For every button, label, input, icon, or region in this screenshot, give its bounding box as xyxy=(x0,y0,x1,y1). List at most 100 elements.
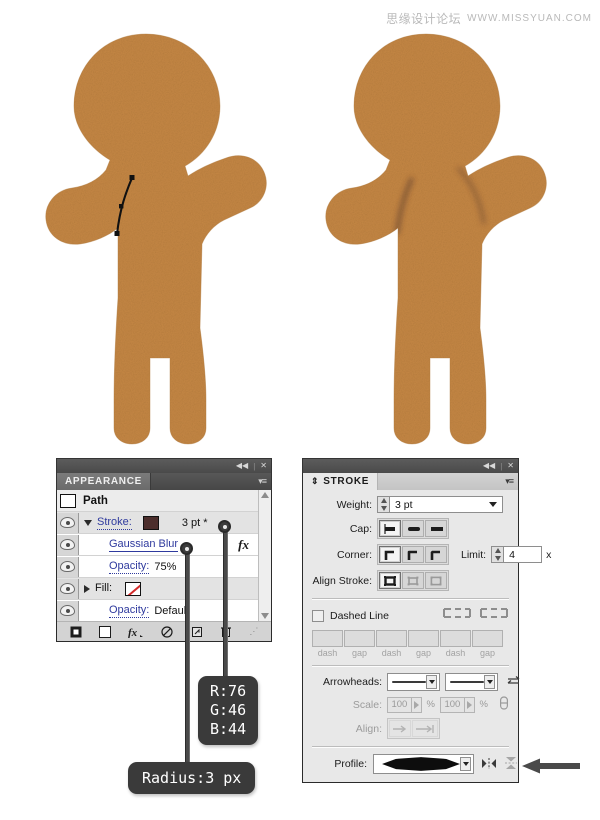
arrowhead-end-select[interactable] xyxy=(445,673,498,691)
flip-along-icon[interactable] xyxy=(504,756,518,772)
stepper-down-icon[interactable] xyxy=(380,505,387,511)
appearance-row-object-opacity[interactable]: Opacity: Default xyxy=(57,600,271,621)
align-center-button[interactable] xyxy=(379,572,401,589)
duplicate-item-icon[interactable] xyxy=(191,626,203,638)
stepper-down-icon[interactable] xyxy=(494,555,501,561)
panel-grip-icon: ⇕ xyxy=(311,476,320,486)
stroke-label[interactable]: Stroke: xyxy=(97,516,132,530)
tab-stroke[interactable]: ⇕ STROKE xyxy=(303,473,379,490)
panel-menu-icon[interactable]: ▾≡ xyxy=(258,476,267,487)
dash-input-2[interactable] xyxy=(344,630,375,647)
dash-field-6[interactable]: gap xyxy=(472,630,503,658)
scale-start-stepper[interactable] xyxy=(411,696,422,713)
stroke-color-swatch[interactable] xyxy=(142,515,159,530)
scale-start-input[interactable]: 100 xyxy=(387,696,412,713)
object-type-label: Path xyxy=(83,494,108,507)
extend-beyond-end-button[interactable] xyxy=(389,720,411,737)
stepper-up-icon[interactable] xyxy=(380,498,387,504)
stroke-panel-titlebar: ◀◀ | ✕ xyxy=(302,458,519,473)
appearance-scrollbar[interactable] xyxy=(258,490,271,621)
dashed-line-toggle[interactable]: Dashed Line xyxy=(312,609,389,622)
dashed-line-checkbox[interactable] xyxy=(312,609,324,622)
align-outside-button[interactable] xyxy=(425,572,447,589)
chevron-down-icon[interactable] xyxy=(489,502,497,507)
arrowhead-start-select[interactable] xyxy=(387,673,440,691)
tab-appearance[interactable]: APPEARANCE xyxy=(57,473,152,490)
align-inside-button[interactable] xyxy=(402,572,424,589)
dash-field-2[interactable]: gap xyxy=(344,630,375,658)
link-scales-icon[interactable] xyxy=(499,696,509,713)
dash-input-5[interactable] xyxy=(440,630,471,647)
dash-field-5[interactable]: dash xyxy=(440,630,471,658)
appearance-row-gaussian-blur[interactable]: Gaussian Blur fx xyxy=(57,534,271,556)
appearance-row-fill[interactable]: Fill: xyxy=(57,578,271,600)
collapse-icon[interactable]: ◀◀ xyxy=(236,462,248,470)
scroll-down-icon[interactable] xyxy=(261,613,269,619)
add-new-fill-icon[interactable] xyxy=(98,625,111,638)
weight-stepper[interactable] xyxy=(377,496,390,513)
appearance-row-stroke[interactable]: Stroke: 3 pt * xyxy=(57,512,271,534)
weight-input[interactable]: 3 pt xyxy=(390,496,503,513)
connector-stem-rgb xyxy=(223,526,228,686)
round-cap-button[interactable] xyxy=(402,520,424,537)
limit-stepper[interactable] xyxy=(491,546,505,563)
bevel-join-button[interactable] xyxy=(425,546,447,563)
dash-field-3[interactable]: dash xyxy=(376,630,407,658)
visibility-toggle-fill[interactable] xyxy=(57,578,79,599)
appearance-object-row[interactable]: Path xyxy=(57,490,271,512)
place-at-end-button[interactable] xyxy=(412,720,438,737)
scale-end-stepper[interactable] xyxy=(464,696,475,713)
visibility-toggle-stroke[interactable] xyxy=(57,512,79,533)
scale-end-input[interactable]: 100 xyxy=(440,696,465,713)
callout-rgb-g: G:46 xyxy=(210,701,247,719)
stroke-opacity-label[interactable]: Opacity: xyxy=(109,560,150,574)
eye-icon xyxy=(60,561,75,572)
appearance-row-stroke-opacity[interactable]: Opacity: 75% xyxy=(57,556,271,578)
weight-row: Weight: 3 pt xyxy=(312,496,509,513)
add-new-effect-icon[interactable]: fx xyxy=(128,626,144,638)
object-opacity-label[interactable]: Opacity: xyxy=(109,604,150,618)
dash-input-1[interactable] xyxy=(312,630,343,647)
dash-preserve-exact-button[interactable] xyxy=(442,606,472,625)
dash-input-3[interactable] xyxy=(376,630,407,647)
round-join-button[interactable] xyxy=(402,546,424,563)
object-swatch[interactable] xyxy=(59,493,76,508)
resize-grip-icon[interactable]: ⋰ xyxy=(249,627,258,636)
dash-input-6[interactable] xyxy=(472,630,503,647)
weight-label: Weight: xyxy=(336,498,372,511)
visibility-toggle-opacity[interactable] xyxy=(57,556,79,577)
chevron-down-icon[interactable] xyxy=(84,519,92,526)
limit-input[interactable]: 4 xyxy=(504,546,543,563)
collapse-icon[interactable]: ◀◀ xyxy=(483,462,495,470)
add-new-stroke-icon[interactable] xyxy=(70,626,82,638)
chevron-down-icon[interactable] xyxy=(484,675,495,689)
close-icon[interactable]: ✕ xyxy=(260,462,267,470)
flip-across-icon[interactable] xyxy=(481,757,497,772)
profile-row: Profile: xyxy=(312,754,517,774)
miter-join-button[interactable] xyxy=(379,546,401,563)
fx-icon[interactable]: fx xyxy=(238,537,249,553)
chevron-down-icon[interactable] xyxy=(426,675,437,689)
fill-none-swatch[interactable] xyxy=(125,581,142,596)
visibility-toggle-object-opacity[interactable] xyxy=(57,600,79,621)
dash-adjust-to-fit-button[interactable] xyxy=(479,606,509,625)
callout-rgb-b: B:44 xyxy=(210,720,247,738)
profile-select[interactable] xyxy=(373,754,474,774)
butt-cap-button[interactable] xyxy=(379,520,401,537)
dash-input-4[interactable] xyxy=(408,630,439,647)
scroll-up-icon[interactable] xyxy=(261,492,269,498)
clear-appearance-icon[interactable] xyxy=(161,625,174,638)
dash-field-1[interactable]: dash xyxy=(312,630,343,658)
visibility-toggle-blur[interactable] xyxy=(57,534,79,555)
swap-arrowheads-icon[interactable] xyxy=(507,675,521,689)
fill-label[interactable]: Fill: xyxy=(95,582,112,595)
stepper-up-icon[interactable] xyxy=(494,548,501,554)
close-icon[interactable]: ✕ xyxy=(507,462,514,470)
chevron-right-icon[interactable] xyxy=(84,584,90,593)
chevron-down-icon[interactable] xyxy=(460,757,471,771)
projecting-cap-button[interactable] xyxy=(425,520,447,537)
dash-field-4[interactable]: gap xyxy=(408,630,439,658)
panel-menu-icon[interactable]: ▾≡ xyxy=(505,476,514,487)
gaussian-blur-label[interactable]: Gaussian Blur xyxy=(109,538,179,552)
svg-text:fx: fx xyxy=(128,627,138,638)
